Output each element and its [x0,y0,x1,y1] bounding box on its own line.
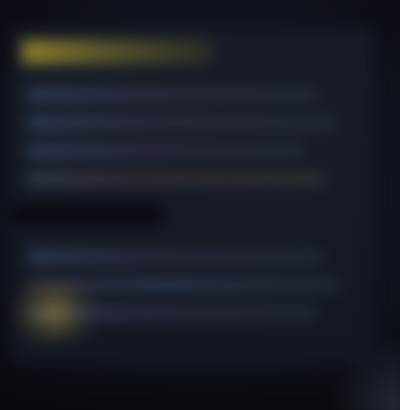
code-line [26,116,336,130]
code-line [26,250,324,264]
corner-glow [326,336,400,410]
blur-layer [0,0,400,410]
code-line [26,144,306,158]
blurred-screen [0,0,400,410]
editor-pane [12,30,372,362]
highlighted-line [22,40,212,64]
code-line [26,88,318,102]
code-line [26,172,326,186]
dark-separator [12,204,162,224]
gold-glow [12,282,96,342]
